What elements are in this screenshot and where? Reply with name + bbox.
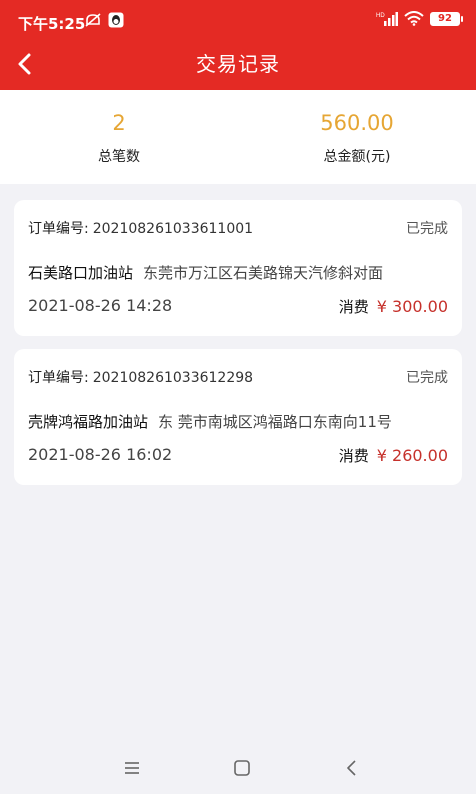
square-icon [234,760,250,776]
record-card[interactable]: 订单编号: 202108261033611001 已完成 石美路口加油站 东莞市万江… [14,200,462,336]
station-name: 石美路口加油站 [28,264,134,282]
system-home-button[interactable] [230,756,254,780]
summary-count: 2 总笔数 [0,108,238,166]
summary-amount: 560.00 总金额(元) [238,108,476,166]
system-back-button[interactable] [340,756,364,780]
amount-wrap: 消费 ¥ 260.00 [339,445,448,466]
nav-bar: 交易记录 [0,38,476,90]
transaction-records-screen: 下午5:25 HD 92 交易记录 2 总笔数 560.00 总金额(元) 订单… [0,0,476,794]
order-row: 订单编号: 202108261033611001 已完成 [28,218,448,238]
order-number: 202108261033612298 [92,370,254,386]
record-time: 2021-08-26 14:28 [28,296,173,315]
station-name: 壳牌鸿福路加油站 [28,413,149,431]
record-time: 2021-08-26 16:02 [28,445,173,464]
station-address: 东莞市万江区石美路锦天汽修斜对面 [143,264,384,282]
amount-wrap: 消费 ¥ 300.00 [339,296,448,317]
station-address: 东 莞市南城区鸿福路口东南向11号 [158,413,392,431]
order-row: 订单编号: 202108261033612298 已完成 [28,367,448,387]
status-left-icons [84,12,124,28]
status-time: 下午5:25 [18,15,86,33]
time-amount-row: 2021-08-26 14:28 消费 ¥ 300.00 [28,296,448,318]
menu-icon [125,762,139,774]
status-right-icons: HD 92 [376,11,463,26]
time-amount-row: 2021-08-26 16:02 消费 ¥ 260.00 [28,445,448,467]
order-label: 订单编号: [28,221,89,237]
consume-label: 消费 [338,298,369,316]
status-badge: 已完成 [406,370,448,386]
page-title: 交易记录 [196,52,280,76]
order-number: 202108261033611001 [92,221,254,237]
svg-text:HD: HD [376,13,385,19]
chevron-left-icon [18,53,31,75]
qq-icon [108,12,124,28]
total-amount-value: 560.00 [320,111,394,135]
wifi-icon [404,11,424,26]
order-label: 订单编号: [28,370,89,386]
header: 下午5:25 HD 92 交易记录 [0,0,476,90]
battery-icon: 92 [430,11,463,26]
system-nav-bar [0,738,476,794]
total-amount-label: 总金额(元) [323,149,391,165]
consume-label: 消费 [338,447,369,465]
record-card[interactable]: 订单编号: 202108261033612298 已完成 壳牌鸿福路加油站东 莞市… [14,349,462,485]
total-count-value: 2 [112,111,126,135]
total-count-label: 总笔数 [98,149,140,165]
triangle-back-icon [347,760,356,776]
signal-icon: HD [376,11,398,26]
status-bar: 下午5:25 HD 92 [0,0,476,38]
consume-amount: ¥ 300.00 [376,297,448,316]
status-badge: 已完成 [406,221,448,237]
back-button[interactable] [8,46,44,82]
consume-amount: ¥ 260.00 [376,446,448,465]
station-row: 壳牌鸿福路加油站东 莞市南城区鸿福路口东南向11号 [28,411,448,433]
system-menu-button[interactable] [120,756,144,780]
mute-icon [85,13,101,27]
summary-panel: 2 总笔数 560.00 总金额(元) [0,90,476,184]
station-row: 石美路口加油站 东莞市万江区石美路锦天汽修斜对面 [28,262,448,284]
